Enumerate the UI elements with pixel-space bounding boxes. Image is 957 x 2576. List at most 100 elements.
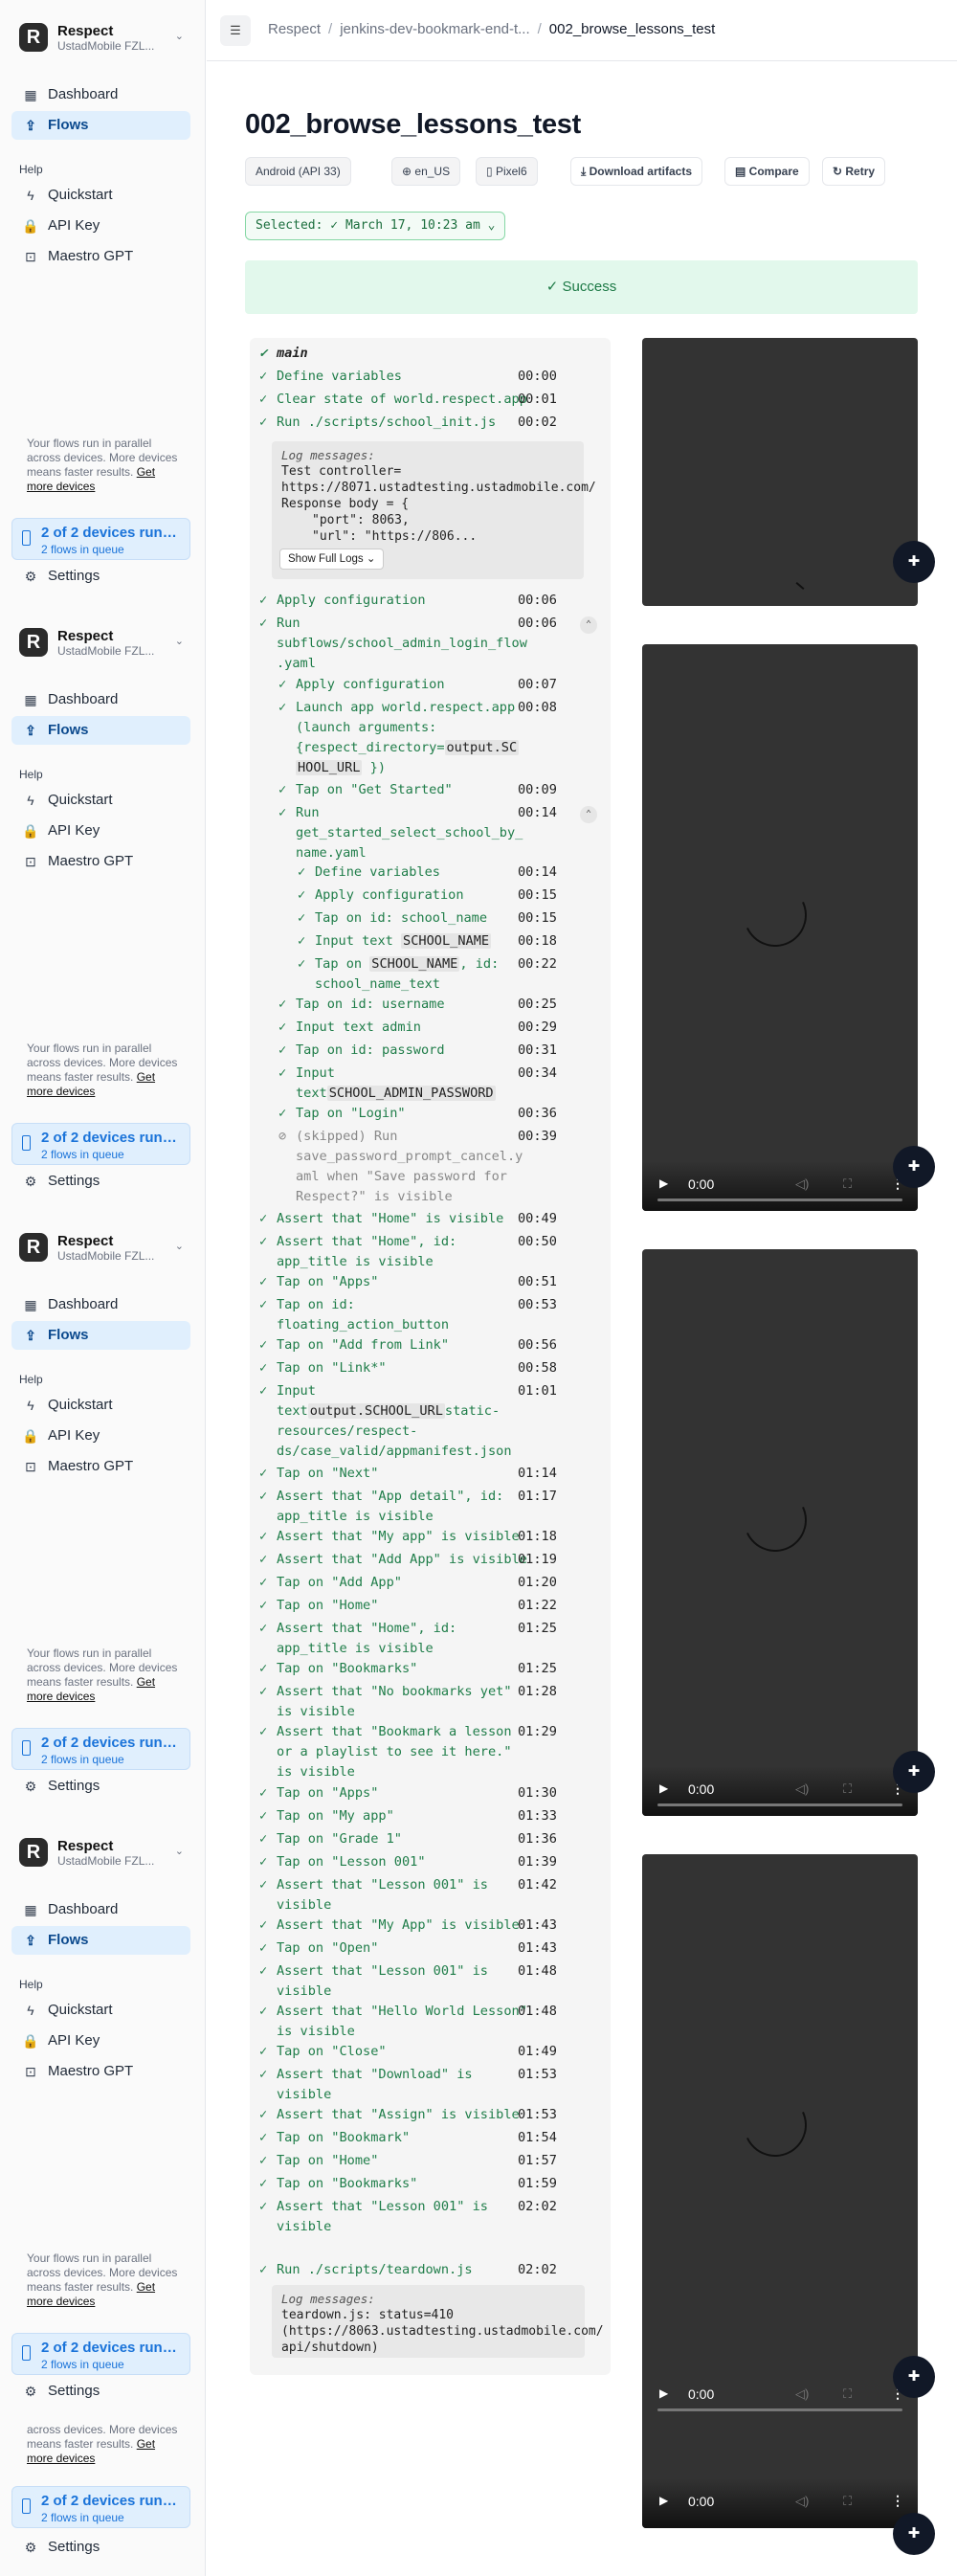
fullscreen-icon[interactable]: ⛶ <box>843 1781 852 1797</box>
play-icon[interactable]: ▶ <box>659 1176 668 1190</box>
step-row[interactable]: ✓ Tap on id: username <box>278 995 445 1015</box>
step-row[interactable]: ✓ Run subflows/school_admin_login_flow .yam… <box>259 614 527 674</box>
retry-button[interactable]: ↻ Retry <box>822 157 886 186</box>
step-row[interactable]: ✓ Run ./scripts/school_init.js <box>259 413 496 433</box>
step-row[interactable]: ✓ Assert that "My app" is visible <box>259 1527 520 1547</box>
nav-settings[interactable]: ⚙ Settings <box>11 562 190 591</box>
volume-icon[interactable]: ◁) <box>795 1781 809 1797</box>
step-row[interactable]: ✓ Assert that "Download" is visible <box>259 2065 473 2105</box>
nav-dashboard[interactable]: ▦ Dashboard <box>11 685 190 714</box>
video-progress[interactable] <box>657 2408 902 2411</box>
step-row-skipped[interactable]: ⊘ (skipped) Run save_password_prompt_cance… <box>278 1127 523 1207</box>
step-row[interactable]: ✓ Tap on "Add from Link" <box>259 1335 449 1355</box>
step-row[interactable]: ✓ Assert that "Home", id: app_title is vis… <box>259 1232 456 1272</box>
fullscreen-icon[interactable]: ⛶ <box>843 2386 852 2402</box>
video-player[interactable]: ▶ 0:00 ◁) ⛶ ⋮ <box>642 644 918 1211</box>
step-row[interactable]: ✓ Assert that "Bookmark a lesson or a play… <box>259 1722 512 1782</box>
step-row[interactable]: ✓ Define variables <box>298 862 440 883</box>
nav-dashboard[interactable]: ▦ Dashboard <box>11 80 190 109</box>
main-flow[interactable]: ✓ main <box>259 344 308 364</box>
step-row[interactable]: ✓ Tap on "Bookmark" <box>259 2128 410 2148</box>
step-row[interactable]: ✓ Assert that "No bookmarks yet" is visibl… <box>259 1682 512 1722</box>
devices-status[interactable]: 2 of 2 devices running 2 flows in queue <box>11 1123 190 1165</box>
step-row[interactable]: ✓ Assert that "App detail", id: app_title … <box>259 1487 503 1527</box>
nav-quickstart[interactable]: ϟ Quickstart <box>11 786 190 815</box>
sidebar-toggle-icon[interactable]: ☰ <box>220 15 251 46</box>
step-row[interactable]: ✓ Tap on "Bookmarks" <box>259 1659 417 1679</box>
step-row[interactable]: ✓ Tap on "Home" <box>259 2151 378 2171</box>
step-row[interactable]: ✓ Input text SCHOOL_NAME <box>298 931 492 952</box>
nav-apikey[interactable]: 🔒 API Key <box>11 212 190 240</box>
org-switcher[interactable]: R Respect UstadMobile FZL... ⌄ <box>19 23 191 53</box>
step-row[interactable]: ✓ Tap on id: school_name <box>298 908 487 929</box>
nav-flows[interactable]: ⇪ Flows <box>11 1926 190 1955</box>
step-row[interactable]: ✓ Tap on "Get Started" <box>278 780 453 800</box>
nav-maestro-gpt[interactable]: ⊡ Maestro GPT <box>11 847 190 876</box>
step-row[interactable]: ✓ Apply configuration <box>259 591 426 611</box>
step-row[interactable]: ✓ Tap on id: floating_action_button <box>259 1295 449 1335</box>
nav-maestro-gpt[interactable]: ⊡ Maestro GPT <box>11 1452 190 1481</box>
step-row[interactable]: ✓ Tap on "Grade 1" <box>259 1829 402 1849</box>
step-row[interactable]: ✓ Tap on "Add App" <box>259 1573 402 1593</box>
step-row[interactable]: ✓ Input text admin <box>278 1018 421 1038</box>
step-row[interactable]: ✓ Apply configuration <box>278 675 445 695</box>
nav-maestro-gpt[interactable]: ⊡ Maestro GPT <box>11 242 190 271</box>
step-row[interactable]: ✓ Tap on SCHOOL_NAME, id: school_name_text <box>298 954 499 995</box>
nav-quickstart[interactable]: ϟ Quickstart <box>11 181 190 210</box>
nav-settings[interactable]: ⚙ Settings <box>11 2377 190 2406</box>
nav-flows[interactable]: ⇪ Flows <box>11 1321 190 1350</box>
nav-settings[interactable]: ⚙ Settings <box>11 2533 190 2562</box>
collapse-icon[interactable]: ⌃ <box>580 616 597 634</box>
step-row[interactable]: ✓ Input text output.SCHOOL_URL static-resour… <box>259 1381 512 1462</box>
step-row[interactable]: ✓ Launch app world.respect.app (launch arg… <box>278 698 520 778</box>
step-row[interactable]: ✓ Input text SCHOOL_ADMIN_PASSWORD <box>278 1064 496 1104</box>
step-row[interactable]: ✓ Tap on id: password <box>278 1041 445 1061</box>
video-progress[interactable] <box>657 1198 902 1201</box>
step-row[interactable]: ✓ Define variables <box>259 367 402 387</box>
nav-flows[interactable]: ⇪ Flows <box>11 716 190 745</box>
nav-dashboard[interactable]: ▦ Dashboard <box>11 1895 190 1924</box>
step-row[interactable]: ✓ Tap on "Link*" <box>259 1358 387 1378</box>
step-row[interactable]: ✓ Tap on "Login" <box>278 1104 406 1124</box>
step-row[interactable]: ✓ Assert that "Assign" is visible <box>259 2105 520 2125</box>
chat-plus-icon[interactable]: ✚ <box>893 2513 935 2555</box>
step-row[interactable]: ✓ Tap on "Apps" <box>259 1272 378 1292</box>
nav-settings[interactable]: ⚙ Settings <box>11 1772 190 1801</box>
fullscreen-icon[interactable]: ⛶ <box>843 2494 852 2509</box>
step-row-active[interactable]: ✓ Run ./scripts/teardown.js <box>259 2260 473 2280</box>
play-icon[interactable]: ▶ <box>659 2494 668 2507</box>
play-icon[interactable]: ▶ <box>659 1781 668 1795</box>
step-row[interactable]: ✓ Tap on "Close" <box>259 2042 387 2062</box>
compare-button[interactable]: ▤ Compare <box>724 157 810 186</box>
chat-plus-icon[interactable]: ✚ <box>893 1146 935 1188</box>
run-selector[interactable]: Selected: ✓ March 17, 10:23 am ⌄ <box>245 212 506 240</box>
chat-plus-icon[interactable]: ✚ <box>893 541 935 583</box>
nav-quickstart[interactable]: ϟ Quickstart <box>11 1391 190 1420</box>
nav-apikey[interactable]: 🔒 API Key <box>11 1422 190 1450</box>
nav-settings[interactable]: ⚙ Settings <box>11 1167 190 1196</box>
volume-icon[interactable]: ◁) <box>795 2386 809 2402</box>
step-row[interactable]: ✓ Tap on "My app" <box>259 1806 394 1826</box>
step-row[interactable]: ✓ Assert that "Lesson 001" is visible <box>259 2197 488 2237</box>
play-icon[interactable]: ▶ <box>659 2386 668 2400</box>
step-row[interactable]: ✓ Assert that "Add App" is visible <box>259 1550 527 1570</box>
volume-icon[interactable]: ◁) <box>795 1176 809 1192</box>
step-row[interactable]: ✓ Apply configuration <box>298 885 464 906</box>
step-row[interactable]: ✓ Assert that "Lesson 001" is visible <box>259 1961 488 2002</box>
crumb-project[interactable]: Respect <box>268 21 321 37</box>
org-switcher[interactable]: R Respect UstadMobile FZL... ⌄ <box>19 628 191 658</box>
crumb-upload[interactable]: jenkins-dev-bookmark-end-t... <box>340 21 529 37</box>
chat-plus-icon[interactable]: ✚ <box>893 1751 935 1793</box>
nav-quickstart[interactable]: ϟ Quickstart <box>11 1996 190 2025</box>
step-row[interactable]: ✓ Assert that "Lesson 001" is visible <box>259 1875 488 1915</box>
more-icon[interactable]: ⋮ <box>891 2493 904 2509</box>
volume-icon[interactable]: ◁) <box>795 2494 809 2509</box>
org-switcher[interactable]: R Respect UstadMobile FZL... ⌄ <box>19 1233 191 1263</box>
video-player[interactable]: ▶ 0:00 ◁) ⛶ ⋮ <box>642 1249 918 1816</box>
step-row[interactable]: ✓ Tap on "Home" <box>259 1596 378 1616</box>
step-row[interactable]: ✓ Tap on "Bookmarks" <box>259 2174 417 2194</box>
step-row[interactable]: ✓ Assert that "My App" is visible <box>259 1915 520 1936</box>
nav-apikey[interactable]: 🔒 API Key <box>11 817 190 845</box>
devices-status[interactable]: 2 of 2 devices running 2 flows in queue <box>11 518 190 560</box>
devices-status[interactable]: 2 of 2 devices running 2 flows in queue <box>11 2333 190 2375</box>
